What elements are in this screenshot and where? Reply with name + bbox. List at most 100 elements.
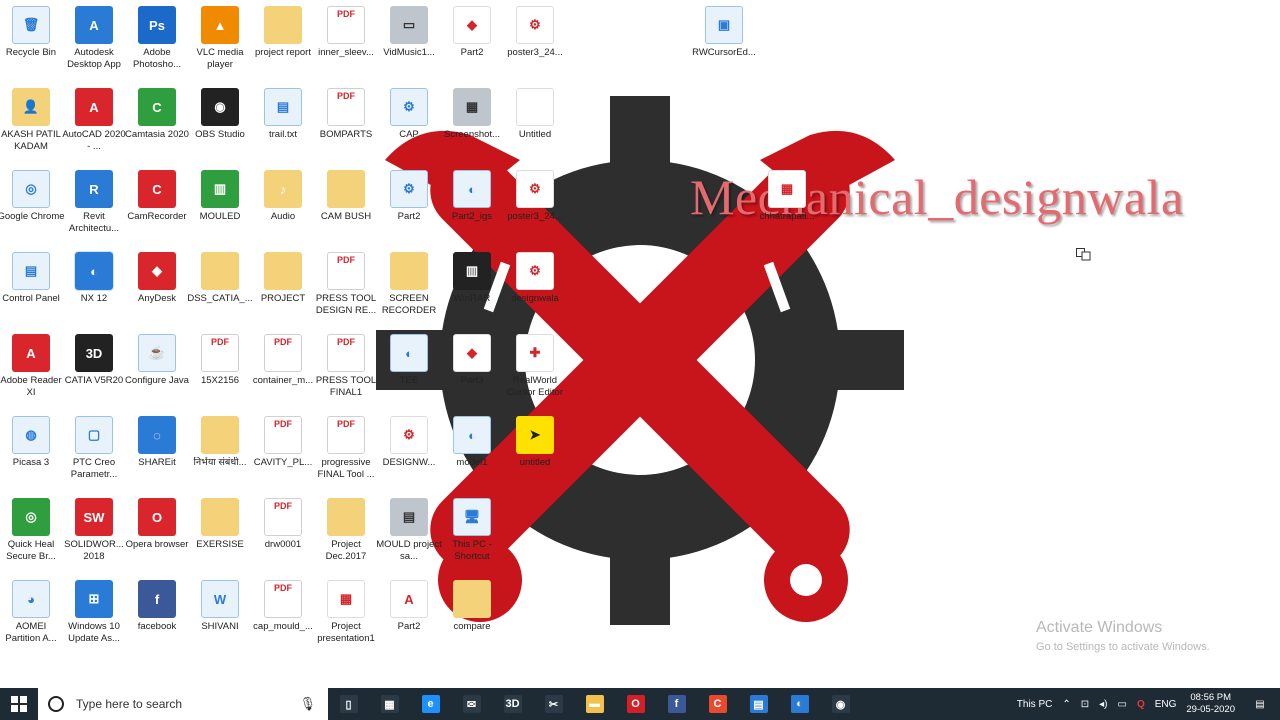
taskbar-search-box[interactable]: Type here to search 🎙 — [38, 688, 328, 720]
desktop-shortcut[interactable]: निर्भया संबंधी... — [186, 413, 254, 495]
desktop-shortcut[interactable]: ◉ OBS Studio — [186, 85, 254, 167]
network-icon[interactable]: ⊡ — [1081, 699, 1089, 710]
taskbar-app-button[interactable]: ✂ — [533, 688, 574, 720]
desktop-shortcut[interactable]: ▤ trail.txt — [249, 85, 317, 167]
volume-icon[interactable]: ◂) — [1099, 699, 1107, 710]
desktop-shortcut[interactable]: Ps Adobe Photosho... — [123, 3, 191, 85]
desktop-shortcut[interactable]: ▣ RWCursorEd... — [690, 3, 758, 85]
desktop-shortcut[interactable]: A AutoCAD 2020 - ... — [60, 85, 128, 167]
taskbar-app-button[interactable]: C — [697, 688, 738, 720]
desktop-shortcut[interactable]: PDF cap_mould_... — [249, 577, 317, 659]
desktop-shortcut[interactable]: ◐ NX 12 — [60, 249, 128, 331]
desktop-shortcut[interactable]: Project Dec.2017 — [312, 495, 380, 577]
desktop-shortcut[interactable]: A Autodesk Desktop App — [60, 3, 128, 85]
desktop-shortcut[interactable]: 🖥 This PC - Shortcut — [438, 495, 506, 577]
desktop-shortcut[interactable]: PDF CAVITY_PL... — [249, 413, 317, 495]
taskbar-app-button[interactable]: ▤ — [738, 688, 779, 720]
desktop-shortcut[interactable]: O Opera browser — [123, 495, 191, 577]
desktop-shortcut[interactable]: ⚙ Part2 — [375, 167, 443, 249]
desktop-shortcut[interactable]: 👤 AKASH PATIL KADAM — [0, 85, 65, 167]
taskbar-app-button[interactable]: 3D — [492, 688, 533, 720]
show-hidden-icons-icon[interactable]: ⌃ — [1062, 699, 1070, 710]
desktop-shortcut[interactable]: W SHIVANI — [186, 577, 254, 659]
desktop-shortcut[interactable]: ▥ MOULED — [186, 167, 254, 249]
desktop-shortcut[interactable]: ◐ model1 — [438, 413, 506, 495]
desktop-shortcut[interactable]: ◆ Part2 — [438, 3, 506, 85]
desktop-shortcut[interactable]: ▦ Project presentation1 — [312, 577, 380, 659]
desktop-shortcut[interactable]: ▤ Control Panel — [0, 249, 65, 331]
desktop-shortcut[interactable]: C Camtasia 2020 — [123, 85, 191, 167]
desktop-shortcut[interactable]: ▤ MOULD project sa... — [375, 495, 443, 577]
desktop-shortcut[interactable]: ◐ TEE — [375, 331, 443, 413]
desktop-shortcut[interactable]: A Adobe Reader XI — [0, 331, 65, 413]
desktop-shortcut[interactable]: ⚙ DESIGNW... — [375, 413, 443, 495]
action-center-icon[interactable]: ▤ — [1245, 699, 1275, 710]
desktop-shortcut[interactable]: ◆ AnyDesk — [123, 249, 191, 331]
desktop-shortcut[interactable]: SW SOLIDWOR... 2018 — [60, 495, 128, 577]
desktop-shortcut[interactable]: 🗑 Recycle Bin — [0, 3, 65, 85]
tray-this-pc-label[interactable]: This PC — [1017, 699, 1053, 710]
desktop-shortcut[interactable]: PDF drw0001 — [249, 495, 317, 577]
desktop-shortcut[interactable]: ▭ VidMusic1... — [375, 3, 443, 85]
taskbar-app-button[interactable]: e — [410, 688, 451, 720]
desktop-shortcut[interactable]: ◎ Google Chrome — [0, 167, 65, 249]
desktop-shortcut[interactable]: ⚙ designwala — [501, 249, 569, 331]
desktop-shortcut[interactable]: ⊞ Windows 10 Update As... — [60, 577, 128, 659]
desktop-shortcut[interactable]: PDF 15X2156 — [186, 331, 254, 413]
desktop-shortcut[interactable]: Untitled — [501, 85, 569, 167]
desktop-shortcut[interactable]: ◕ AOMEI Partition A... — [0, 577, 65, 659]
start-button[interactable] — [0, 688, 38, 720]
taskbar-app-button[interactable]: ▬ — [574, 688, 615, 720]
taskbar-app-button[interactable]: O — [615, 688, 656, 720]
desktop-shortcut-label: 15X2156 — [200, 375, 240, 386]
quickheal-tray-icon[interactable]: Q — [1137, 699, 1145, 710]
desktop-shortcut[interactable]: PDF BOMPARTS — [312, 85, 380, 167]
taskbar-clock[interactable]: 08:56 PM 29-05-2020 — [1186, 692, 1235, 716]
desktop-shortcut[interactable]: project report — [249, 3, 317, 85]
desktop-shortcut[interactable]: ⚙ CAP — [375, 85, 443, 167]
desktop-shortcut[interactable]: PDF PRESS TOOL FINAL1 — [312, 331, 380, 413]
desktop-shortcut[interactable]: PDF progressive FINAL Tool ... — [312, 413, 380, 495]
desktop-shortcut[interactable]: CAM BUSH — [312, 167, 380, 249]
desktop-shortcut[interactable]: ✚ RealWorld Cursor Editor — [501, 331, 569, 413]
desktop-shortcut[interactable]: SCREEN RECORDER — [375, 249, 443, 331]
desktop-shortcut[interactable]: DSS_CATIA_... — [186, 249, 254, 331]
desktop-shortcut-label: निर्भया संबंधी... — [193, 457, 247, 468]
language-indicator[interactable]: ENG — [1155, 699, 1177, 710]
desktop-shortcut[interactable]: ☕ Configure Java — [123, 331, 191, 413]
taskbar-app-button[interactable]: ◉ — [820, 688, 861, 720]
desktop-shortcut[interactable]: PROJECT — [249, 249, 317, 331]
desktop-shortcut[interactable]: ◆ Part3 — [438, 331, 506, 413]
desktop-shortcut[interactable]: PDF PRESS TOOL DESIGN RE... — [312, 249, 380, 331]
desktop-shortcut[interactable]: PDF container_m... — [249, 331, 317, 413]
desktop-shortcut[interactable]: ◌ SHAREit — [123, 413, 191, 495]
desktop-shortcut[interactable]: R Revit Architectu... — [60, 167, 128, 249]
desktop-shortcut[interactable]: ▦ chhatrapati... — [753, 167, 821, 249]
desktop-shortcut[interactable]: 3D CATIA V5R20 — [60, 331, 128, 413]
taskbar-app-button[interactable]: ▦ — [369, 688, 410, 720]
desktop-shortcut[interactable]: A Part2 — [375, 577, 443, 659]
desktop-shortcut[interactable]: ▦ Screenshot... — [438, 85, 506, 167]
desktop-shortcut[interactable]: PDF inner_sleev... — [312, 3, 380, 85]
desktop-shortcut[interactable]: ⚙ poster3_24... — [501, 3, 569, 85]
battery-icon[interactable]: ▭ — [1117, 699, 1126, 710]
taskbar-app-button[interactable]: ✉ — [451, 688, 492, 720]
desktop-shortcut[interactable]: ▲ VLC media player — [186, 3, 254, 85]
desktop-shortcut[interactable]: ▥ WinRAR — [438, 249, 506, 331]
desktop-shortcut[interactable]: EXERSISE — [186, 495, 254, 577]
desktop-shortcut[interactable]: ➤ untitled — [501, 413, 569, 495]
taskbar-app-button[interactable]: ▯ — [328, 688, 369, 720]
desktop-shortcut[interactable]: C CamRecorder — [123, 167, 191, 249]
desktop-shortcut[interactable]: ⚙ poster3_24... — [501, 167, 569, 249]
desktop-shortcut[interactable]: ◍ Picasa 3 — [0, 413, 65, 495]
taskbar-app-button[interactable]: ◐ — [779, 688, 820, 720]
desktop-shortcut[interactable]: f facebook — [123, 577, 191, 659]
desktop-shortcut[interactable]: ◎ Quick Heal Secure Br... — [0, 495, 65, 577]
taskbar-app-button[interactable]: f — [656, 688, 697, 720]
desktop-shortcut[interactable]: ▢ PTC Creo Parametr... — [60, 413, 128, 495]
desktop-shortcut[interactable]: compare — [438, 577, 506, 659]
desktop-shortcut-label: chhatrapati... — [759, 211, 815, 222]
desktop-shortcut[interactable]: ◐ Part2_igs — [438, 167, 506, 249]
microphone-icon[interactable]: 🎙 — [299, 696, 316, 712]
desktop-shortcut[interactable]: ♪ Audio — [249, 167, 317, 249]
